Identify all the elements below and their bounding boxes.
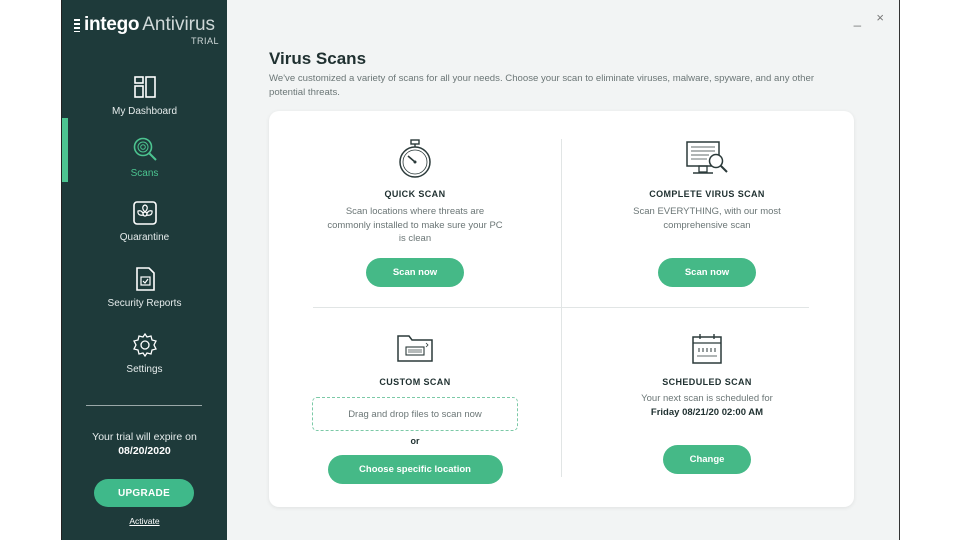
scans-card: QUICK SCAN Scan locations where threats … bbox=[269, 111, 854, 507]
custom-scan-panel: CUSTOM SCAN Drag and drop files to scan … bbox=[269, 333, 561, 484]
scheduled-scan-date: Friday 08/21/20 02:00 AM bbox=[650, 406, 764, 418]
quick-scan-panel: QUICK SCAN Scan locations where threats … bbox=[269, 139, 561, 287]
page-title: Virus Scans bbox=[269, 49, 367, 68]
trial-expiry-date: 08/20/2020 bbox=[118, 445, 171, 457]
or-separator: or bbox=[410, 436, 420, 446]
sidebar-item-scans[interactable]: Scans bbox=[62, 136, 227, 194]
calendar-icon bbox=[692, 334, 722, 364]
stopwatch-icon bbox=[399, 139, 431, 178]
monitor-search-icon bbox=[686, 141, 728, 174]
horizontal-divider bbox=[313, 307, 809, 308]
sidebar-item-quarantine[interactable]: Quarantine bbox=[62, 200, 227, 258]
minimize-button[interactable]: _ bbox=[854, 12, 861, 27]
sidebar-item-settings[interactable]: Settings bbox=[62, 332, 227, 390]
complete-scan-panel: COMPLETE VIRUS SCAN Scan EVERYTHING, wit… bbox=[561, 139, 853, 287]
activate-link[interactable]: Activate bbox=[62, 516, 227, 526]
intego-logo-icon bbox=[74, 18, 80, 32]
scheduled-scan-panel: SCHEDULED SCAN Your next scan is schedul… bbox=[561, 333, 853, 474]
sidebar: intego Antivirus TRIAL My Dashboard Scan… bbox=[62, 0, 227, 540]
brand-name: intego bbox=[84, 14, 140, 35]
report-icon bbox=[135, 267, 155, 291]
biohazard-icon bbox=[132, 201, 157, 225]
scheduled-scan-description: Your next scan is scheduled for bbox=[641, 393, 773, 404]
trial-expiry-text: Your trial will expire on bbox=[92, 431, 197, 443]
file-drop-zone[interactable]: Drag and drop files to scan now bbox=[312, 397, 518, 431]
sidebar-item-security-reports[interactable]: Security Reports bbox=[62, 266, 227, 324]
sidebar-item-label: My Dashboard bbox=[111, 106, 178, 117]
sidebar-item-label: Settings bbox=[126, 364, 163, 375]
complete-scan-button[interactable]: Scan now bbox=[658, 258, 756, 287]
gear-icon bbox=[132, 332, 157, 358]
folder-icon bbox=[397, 335, 433, 362]
sidebar-divider bbox=[86, 405, 202, 406]
quick-scan-title: QUICK SCAN bbox=[384, 189, 446, 199]
scheduled-scan-title: SCHEDULED SCAN bbox=[662, 377, 752, 387]
sidebar-item-label: Security Reports bbox=[107, 298, 182, 309]
change-schedule-button[interactable]: Change bbox=[663, 444, 751, 474]
complete-scan-description: Scan EVERYTHING, with our most comprehen… bbox=[633, 206, 781, 231]
sidebar-item-dashboard[interactable]: My Dashboard bbox=[62, 74, 227, 132]
page-description: We've customized a variety of scans for … bbox=[269, 73, 815, 98]
brand-product: Antivirus bbox=[142, 14, 216, 35]
complete-scan-title: COMPLETE VIRUS SCAN bbox=[649, 189, 765, 199]
fingerprint-search-icon bbox=[133, 137, 157, 161]
sidebar-item-label: Scans bbox=[130, 168, 159, 179]
app-window: intego Antivirus TRIAL My Dashboard Scan… bbox=[61, 0, 900, 540]
dashboard-icon bbox=[133, 76, 156, 98]
custom-scan-title: CUSTOM SCAN bbox=[379, 377, 451, 387]
close-button[interactable]: × bbox=[876, 10, 884, 25]
choose-location-button[interactable]: Choose specific location bbox=[327, 455, 503, 484]
upgrade-button[interactable]: UPGRADE bbox=[94, 479, 194, 507]
quick-scan-description: Scan locations where threats are commonl… bbox=[327, 206, 503, 244]
sidebar-item-label: Quarantine bbox=[119, 232, 170, 243]
brand-edition: TRIAL bbox=[190, 36, 219, 46]
brand-logo: intego Antivirus TRIAL bbox=[74, 14, 219, 48]
quick-scan-button[interactable]: Scan now bbox=[366, 257, 464, 287]
